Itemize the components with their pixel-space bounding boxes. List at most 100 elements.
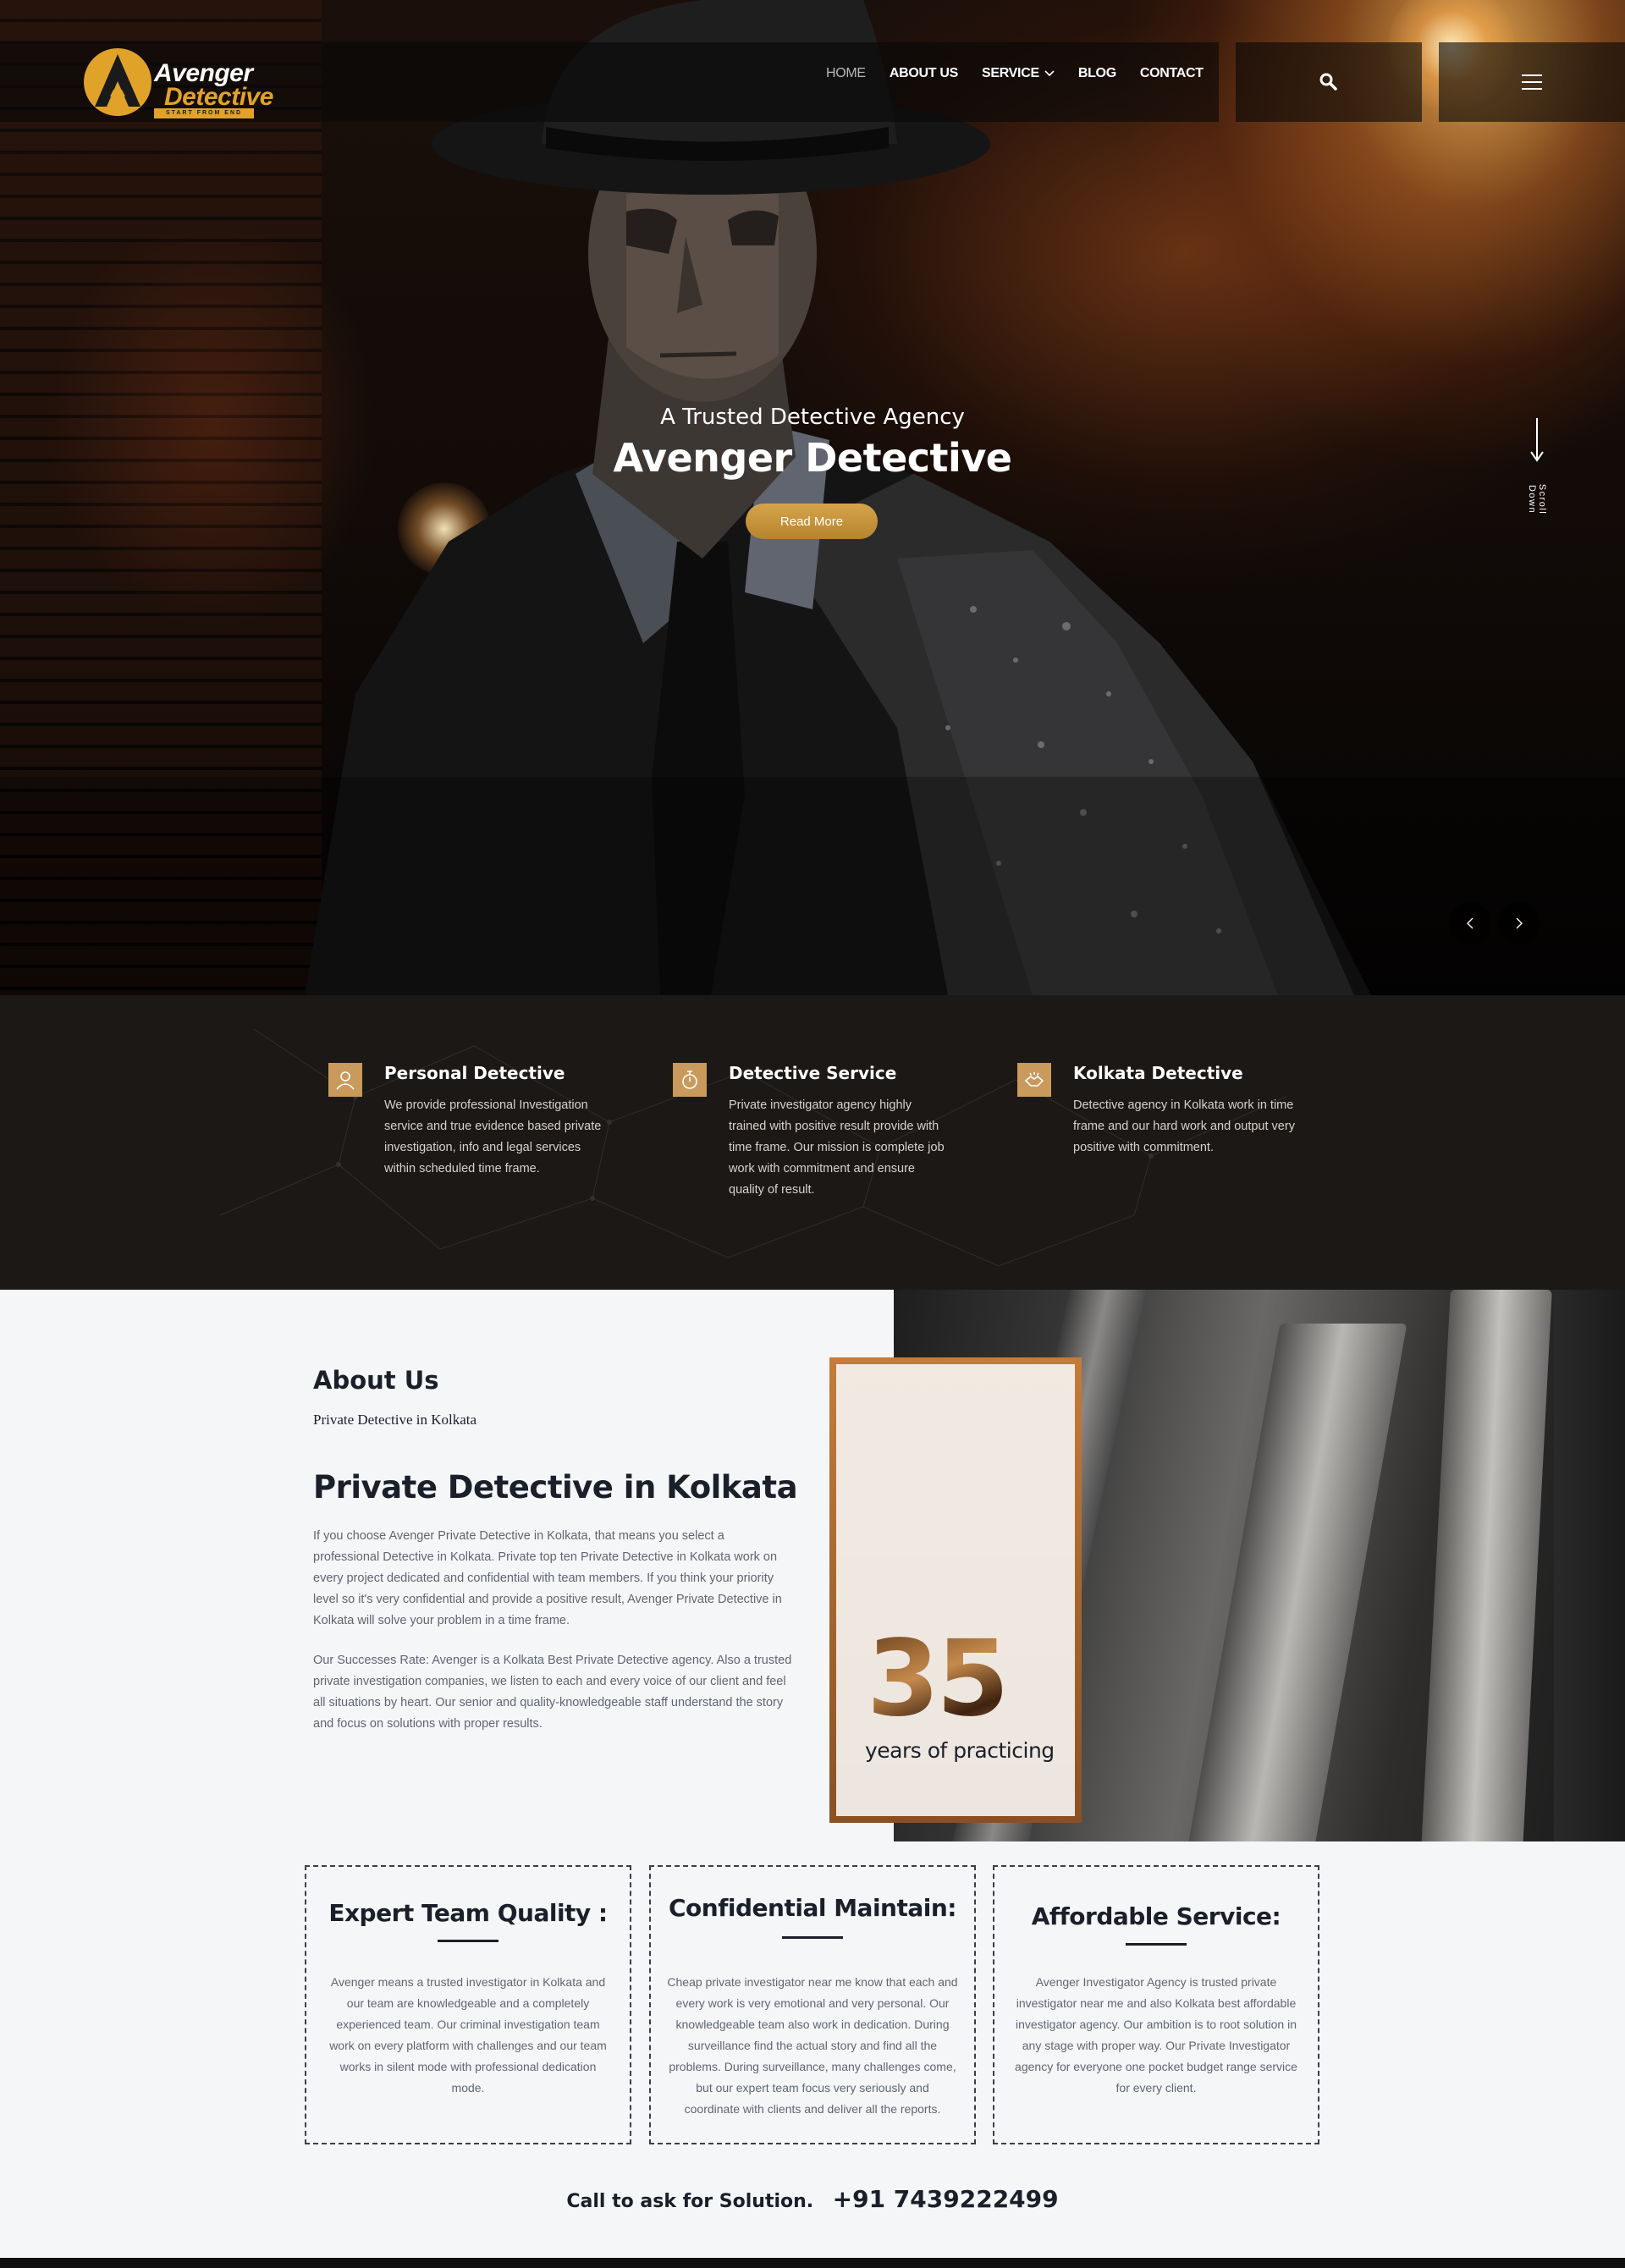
feature-text-line: but our expert team focus very seriously… (696, 2081, 929, 2095)
service-text-line: We provide professional Investigation (384, 1098, 588, 1112)
years-label: years of practicing (865, 1738, 1055, 1763)
nav-service[interactable]: SERVICE (982, 66, 1055, 81)
feature-text-line: problems. During surveillance, many chal… (669, 2060, 956, 2073)
feature-text-line: experienced team. Our criminal investiga… (336, 2018, 600, 2031)
brand-logo[interactable]: Avenger Detective START FROM END (81, 46, 273, 118)
paragraph-line: and focus on solutions with proper resul… (313, 1717, 543, 1731)
service-title-personal[interactable]: Personal Detective (384, 1063, 565, 1083)
about-paragraph-2: Our Successes Rate: Avenger is a Kolkata… (313, 1650, 796, 1735)
service-text-kolkata: Detective agency in Kolkata work in time… (1073, 1095, 1327, 1159)
service-title-detective[interactable]: Detective Service (729, 1063, 896, 1083)
feature-text-line: Cheap private investigator near me know … (667, 1975, 958, 1989)
about-title: Private Detective in Kolkata (313, 1469, 798, 1506)
hero-lower-overlay (0, 777, 1625, 995)
paragraph-line: Kolkata will solve your problem in a tim… (313, 1614, 570, 1627)
service-text-line: within scheduled time frame. (384, 1162, 540, 1175)
menu-toggle-button[interactable] (1439, 42, 1625, 122)
stopwatch-icon (682, 1071, 697, 1089)
service-text-line: service and true evidence based private (384, 1120, 602, 1133)
feature-divider (782, 1936, 843, 1939)
nav-blog-label: BLOG (1077, 66, 1116, 80)
paragraph-line: level so it's very confidential and prov… (313, 1593, 782, 1606)
call-to-action: Call to ask for Solution. +91 7439222499 (0, 2185, 1625, 2213)
paragraph-line: If you choose Avenger Private Detective … (313, 1529, 724, 1543)
feature-text-line: any stage with proper way. Our Private I… (1022, 2039, 1291, 2052)
slider-prev-button[interactable] (1449, 902, 1491, 944)
handshake-icon (1024, 1072, 1044, 1087)
feature-text: Avenger Investigator Agency is trusted p… (1008, 1972, 1304, 2099)
service-text-line: quality of result. (729, 1183, 815, 1197)
scroll-down-label[interactable]: Scroll Down (1527, 472, 1547, 526)
nav-home[interactable]: HOME (826, 66, 866, 81)
service-text-line: positive with commitment. (1073, 1141, 1214, 1154)
feature-text: Cheap private investigator near me know … (664, 1972, 961, 2120)
person-icon (336, 1071, 355, 1090)
service-text-line: trained with positive result provide wit… (729, 1120, 939, 1133)
read-more-button[interactable]: Read More (746, 504, 878, 539)
paragraph-line: every project dedicated and confidential… (313, 1572, 774, 1585)
cta-phone-link[interactable]: +91 7439222499 (833, 2185, 1059, 2213)
logo-text-secondary: Detective (164, 83, 273, 111)
years-number: 35 (867, 1618, 1010, 1740)
nav-about-us[interactable]: ABOUT US (890, 66, 958, 81)
service-text-line: Private investigator agency highly (729, 1098, 912, 1112)
hero-title: Avenger Detective (613, 435, 1013, 481)
nav-service-label: SERVICE (981, 66, 1039, 80)
feature-card-affordable: Affordable Service: Avenger Investigator… (993, 1865, 1319, 2144)
service-text-line: Detective agency in Kolkata work in time (1073, 1098, 1294, 1112)
logo-tagline: START FROM END (154, 108, 254, 118)
feature-title: Affordable Service: (1031, 1902, 1281, 1930)
service-icon-personal (328, 1063, 362, 1097)
hero-banner (0, 0, 1625, 995)
feature-title: Expert Team Quality : (328, 1899, 608, 1927)
nav-contact[interactable]: CONTACT (1140, 66, 1204, 81)
hero-text: A Trusted Detective Agency Avenger Detec… (0, 405, 1625, 481)
service-text-line: frame and our hard work and output very (1073, 1120, 1295, 1133)
feature-text-line: every work is very emotional and very pe… (675, 1996, 950, 2010)
experience-card: 35 years of practicing (836, 1364, 1075, 1816)
feature-text-line: work on every platform with challenges a… (329, 2039, 607, 2052)
service-title-kolkata[interactable]: Kolkata Detective (1073, 1063, 1243, 1083)
feature-text-line: our team are knowledgeable and a complet… (346, 1996, 590, 2010)
service-text-line: work with commitment and ensure (729, 1162, 915, 1175)
feature-text-line: investigator agency. Our ambition is to … (1015, 2018, 1297, 2031)
service-text-detective: Private investigator agency highly train… (729, 1095, 957, 1201)
nav-about-label: ABOUT US (889, 66, 958, 80)
hamburger-menu-icon (1522, 74, 1542, 90)
main-menu: HOME ABOUT US SERVICE BLOG CONTACT (826, 66, 1204, 81)
feature-card-expert-team: Expert Team Quality : Avenger means a tr… (305, 1865, 631, 2144)
service-text-line: investigation, info and legal services (384, 1141, 581, 1154)
cta-label: Call to ask for Solution. (566, 2191, 814, 2212)
slider-next-button[interactable] (1498, 902, 1540, 944)
service-text-personal: We provide professional Investigation se… (384, 1095, 613, 1180)
feature-divider (1126, 1943, 1187, 1946)
chevron-down-icon (1044, 70, 1055, 77)
chevron-right-icon (1516, 917, 1523, 929)
paragraph-line: professional Detective in Kolkata. Priva… (313, 1550, 778, 1564)
logo-emblem-icon (84, 48, 151, 116)
paragraph-line: Our Successes Rate: Avenger is a Kolkata… (313, 1654, 792, 1667)
feature-card-confidential: Confidential Maintain: Cheap private inv… (649, 1865, 976, 2144)
feature-text-line: knowledgeable team also work in dedicati… (675, 2018, 950, 2031)
feature-text-line: agency for everyone one pocket budget ra… (1015, 2060, 1297, 2073)
footer-edge (0, 2258, 1625, 2268)
search-button[interactable] (1236, 42, 1422, 122)
feature-text-line: surveillance find the actual story and f… (687, 2039, 938, 2052)
feature-text-line: investigator near me and also Kolkata be… (1016, 1996, 1297, 2010)
service-icon-kolkata (1017, 1063, 1051, 1097)
about-subheading: Private Detective in Kolkata (313, 1412, 477, 1428)
building-wall-shadow (1554, 1290, 1625, 1841)
feature-text-line: works in silent mode with professional d… (339, 2060, 597, 2073)
feature-text-line: mode. (451, 2081, 485, 2095)
nav-contact-label: CONTACT (1139, 66, 1204, 80)
nav-blog[interactable]: BLOG (1078, 66, 1116, 81)
column-shape (1184, 1324, 1407, 1841)
paragraph-line: all situations by heart. Our senior and … (313, 1696, 784, 1709)
feature-text-line: Avenger Investigator Agency is trusted p… (1035, 1975, 1277, 1989)
feature-text-line: for every client. (1115, 2081, 1197, 2095)
about-heading: About Us (313, 1366, 439, 1395)
feature-title: Confidential Maintain: (669, 1894, 956, 1922)
service-icon-detective (673, 1063, 707, 1097)
feature-text: Avenger means a trusted investigator in … (320, 1972, 616, 2099)
feature-text-line: coordinate with clients and deliver all … (684, 2102, 941, 2116)
